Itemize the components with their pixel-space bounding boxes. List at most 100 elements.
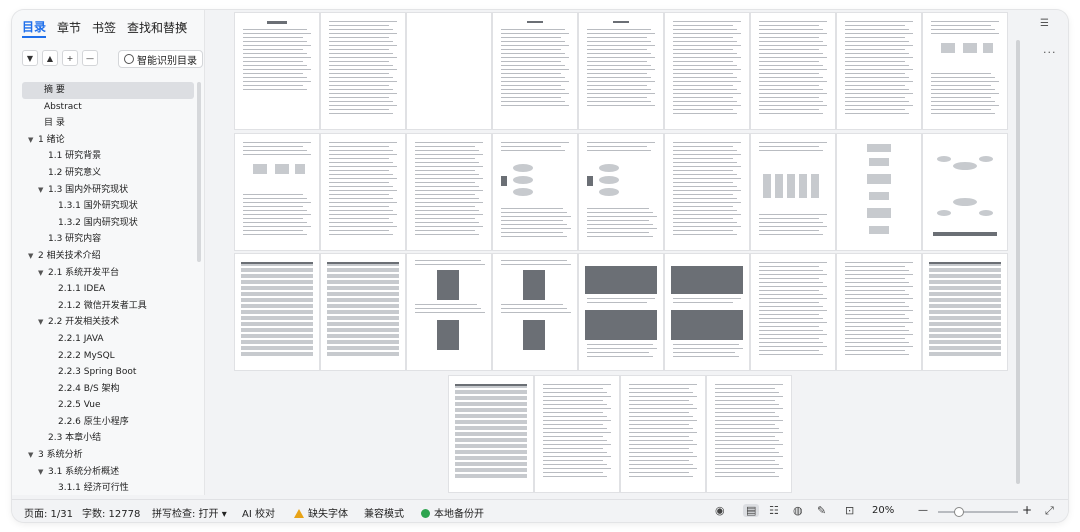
page-scrollbar[interactable] <box>1016 40 1020 484</box>
toc-item[interactable]: Abstract <box>22 99 194 116</box>
expand-arrow-icon[interactable]: ▼ <box>38 464 48 481</box>
toc-item[interactable]: 2.1.2 微信开发者工具 <box>22 298 194 315</box>
page-thumbnail[interactable] <box>321 134 405 250</box>
page-thumbnail[interactable] <box>321 254 405 370</box>
page-thumbnail[interactable] <box>493 134 577 250</box>
zoom-level[interactable]: 20% <box>872 505 894 516</box>
expand-arrow-icon[interactable]: ▼ <box>28 248 38 265</box>
toc-item[interactable]: 2.2.2 MySQL <box>22 348 194 365</box>
expand-arrow-icon[interactable]: ▼ <box>28 132 38 149</box>
chevron-up-icon[interactable]: ▲ <box>42 50 58 66</box>
toc-item[interactable]: 1.3.1 国外研究现状 <box>22 198 194 215</box>
menu-icon[interactable]: ☰ <box>1040 18 1049 29</box>
toc-item[interactable]: 2.2.6 原生小程序 <box>22 414 194 431</box>
toc-item[interactable]: 2.2.5 Vue <box>22 397 194 414</box>
page-thumbnail[interactable] <box>707 376 791 492</box>
close-icon[interactable]: × <box>178 19 189 34</box>
toc-item[interactable]: ▼ 1 绪论 <box>22 132 194 149</box>
tab-sections[interactable]: 章节 <box>57 19 81 37</box>
nav-tabs: 目录 章节 书签 查找和替换 <box>22 18 198 38</box>
toc-item[interactable]: ▼ 2.1 系统开发平台 <box>22 265 194 282</box>
toc-item[interactable]: 2.2.3 Spring Boot <box>22 364 194 381</box>
zoom-out-button[interactable]: — <box>918 505 928 516</box>
toc-item-label: 2.2.1 JAVA <box>58 333 104 344</box>
page-thumbnail[interactable] <box>923 13 1007 129</box>
eye-icon[interactable]: ◉ <box>715 504 725 517</box>
page-thumbnail[interactable] <box>579 134 663 250</box>
zoom-in-button[interactable]: + <box>1022 503 1032 517</box>
tab-toc[interactable]: 目录 <box>22 18 47 38</box>
ai-toc-button[interactable]: 智能识别目录 <box>118 50 203 68</box>
toc-item[interactable]: ▼ 3 系统分析 <box>22 447 194 464</box>
toc-item[interactable]: ▼ 3.1 系统分析概述 <box>22 464 194 481</box>
nav-scrollbar[interactable] <box>197 82 201 262</box>
page-thumbnail[interactable] <box>837 13 921 129</box>
page-thumbnail[interactable] <box>665 13 749 129</box>
chevron-down-icon[interactable]: ▼ <box>22 50 38 66</box>
web-view-icon[interactable]: ◍ <box>793 504 803 517</box>
tab-bookmarks[interactable]: 书签 <box>92 19 116 37</box>
page-thumbnail[interactable] <box>407 254 491 370</box>
toc-item-label: 2.2.5 Vue <box>58 400 101 411</box>
expand-arrow-icon[interactable]: ▼ <box>38 265 48 282</box>
toc-item[interactable]: 2.1.1 IDEA <box>22 281 194 298</box>
expand-arrow-icon[interactable]: ▼ <box>38 314 48 331</box>
page-thumbnail[interactable] <box>665 134 749 250</box>
ai-proofread-button[interactable]: AI 校对 <box>242 505 275 520</box>
page-thumbnail[interactable] <box>235 254 319 370</box>
local-backup-button[interactable]: 本地备份开 <box>421 505 484 520</box>
page-thumbnail[interactable] <box>837 134 921 250</box>
toc-item[interactable]: 1.2 研究意义 <box>22 165 194 182</box>
toc-item-label: 1.3 研究内容 <box>48 234 102 245</box>
toc-item[interactable]: 2.2.4 B/S 架构 <box>22 381 194 398</box>
toc-item[interactable]: 3.1.1 经济可行性 <box>22 480 194 495</box>
page-thumbnail[interactable] <box>923 134 1007 250</box>
pen-icon[interactable]: ✎ <box>817 504 826 517</box>
page-thumbnail[interactable] <box>235 13 319 129</box>
word-count[interactable]: 字数: 12778 <box>82 505 140 520</box>
toc-item[interactable]: 1.1 研究背景 <box>22 148 194 165</box>
fit-page-icon[interactable]: ⊡ <box>845 504 854 517</box>
minus-icon[interactable]: — <box>82 50 98 66</box>
fullscreen-icon[interactable]: ⤢ <box>1045 504 1054 518</box>
page-thumbnail[interactable] <box>923 254 1007 370</box>
page-thumbnail[interactable] <box>665 254 749 370</box>
zoom-slider[interactable] <box>938 511 1018 513</box>
expand-arrow-icon[interactable]: ▼ <box>28 447 38 464</box>
page-thumbnail[interactable] <box>751 134 835 250</box>
spellcheck-toggle[interactable]: 拼写检查: 打开 ▾ <box>152 505 227 520</box>
zoom-slider-handle[interactable] <box>954 507 964 517</box>
page-thumbnail[interactable] <box>449 376 533 492</box>
toc-item-label: 3.1 系统分析概述 <box>48 466 120 477</box>
page-thumbnail[interactable] <box>579 13 663 129</box>
toc-item[interactable]: 目 录 <box>22 115 194 132</box>
toc-item[interactable]: 摘 要 <box>22 82 194 99</box>
page-count[interactable]: 页面: 1/31 <box>24 505 73 520</box>
page-thumbnail[interactable] <box>493 254 577 370</box>
expand-arrow-icon[interactable]: ▼ <box>38 182 48 199</box>
page-thumbnail[interactable] <box>751 13 835 129</box>
page-thumbnail[interactable] <box>407 134 491 250</box>
page-view-icon[interactable]: ▤ <box>743 504 760 517</box>
toc-item[interactable]: ▼ 1.3 国内外研究现状 <box>22 182 194 199</box>
page-thumbnail[interactable] <box>837 254 921 370</box>
page-thumbnail[interactable] <box>621 376 705 492</box>
more-icon[interactable]: ··· <box>1043 46 1057 59</box>
toc-item[interactable]: 1.3.2 国内研究现状 <box>22 215 194 232</box>
toc-item[interactable]: 1.3 研究内容 <box>22 231 194 248</box>
page-thumbnail[interactable] <box>407 13 491 129</box>
page-thumbnail[interactable] <box>535 376 619 492</box>
page-thumbnail[interactable] <box>235 134 319 250</box>
toc-item[interactable]: ▼ 2 相关技术介绍 <box>22 248 194 265</box>
outline-view-icon[interactable]: ☷ <box>769 504 779 517</box>
plus-icon[interactable]: + <box>62 50 78 66</box>
page-thumbnail[interactable] <box>579 254 663 370</box>
page-thumbnail[interactable] <box>493 13 577 129</box>
toc-item[interactable]: 2.2.1 JAVA <box>22 331 194 348</box>
page-thumbnail[interactable] <box>321 13 405 129</box>
missing-font-button[interactable]: 缺失字体 <box>294 505 348 520</box>
page-thumbnail[interactable] <box>751 254 835 370</box>
toc-item[interactable]: ▼ 2.2 开发相关技术 <box>22 314 194 331</box>
toc-item[interactable]: 2.3 本章小结 <box>22 430 194 447</box>
right-rail: ☰ ··· <box>1026 10 1068 495</box>
